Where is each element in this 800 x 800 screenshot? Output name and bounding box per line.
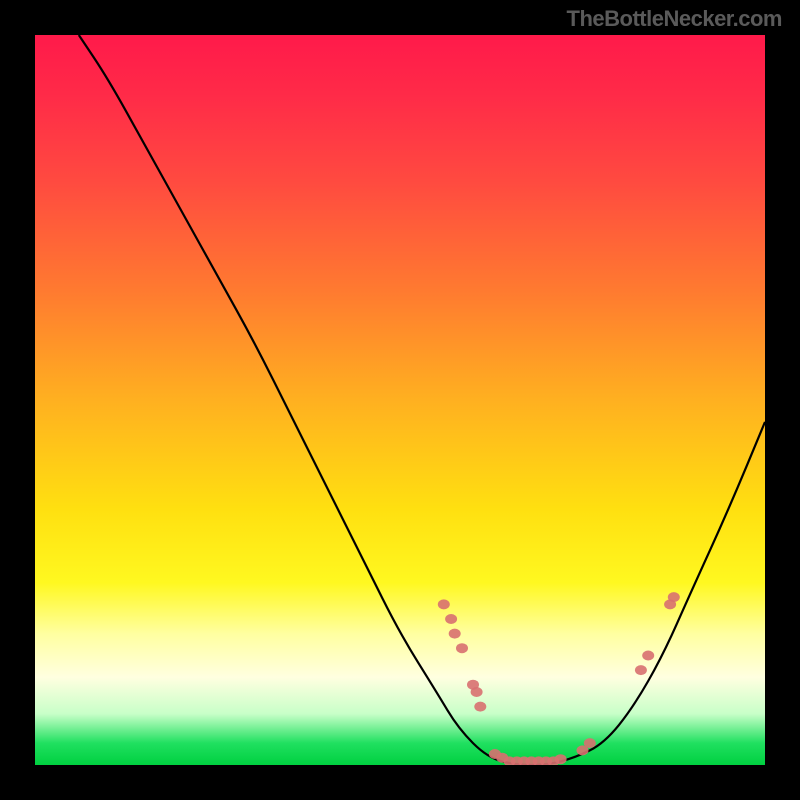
data-marker bbox=[456, 643, 468, 653]
data-marker bbox=[642, 651, 654, 661]
data-markers bbox=[438, 592, 680, 765]
plot-area bbox=[35, 35, 765, 765]
watermark-text: TheBottleNecker.com bbox=[567, 6, 782, 32]
data-marker bbox=[555, 754, 567, 764]
data-marker bbox=[449, 629, 461, 639]
chart-svg bbox=[35, 35, 765, 765]
data-marker bbox=[445, 614, 457, 624]
data-marker bbox=[471, 687, 483, 697]
bottleneck-curve bbox=[79, 35, 765, 765]
data-marker bbox=[438, 599, 450, 609]
data-marker bbox=[668, 592, 680, 602]
data-marker bbox=[584, 738, 596, 748]
data-marker bbox=[474, 702, 486, 712]
data-marker bbox=[635, 665, 647, 675]
